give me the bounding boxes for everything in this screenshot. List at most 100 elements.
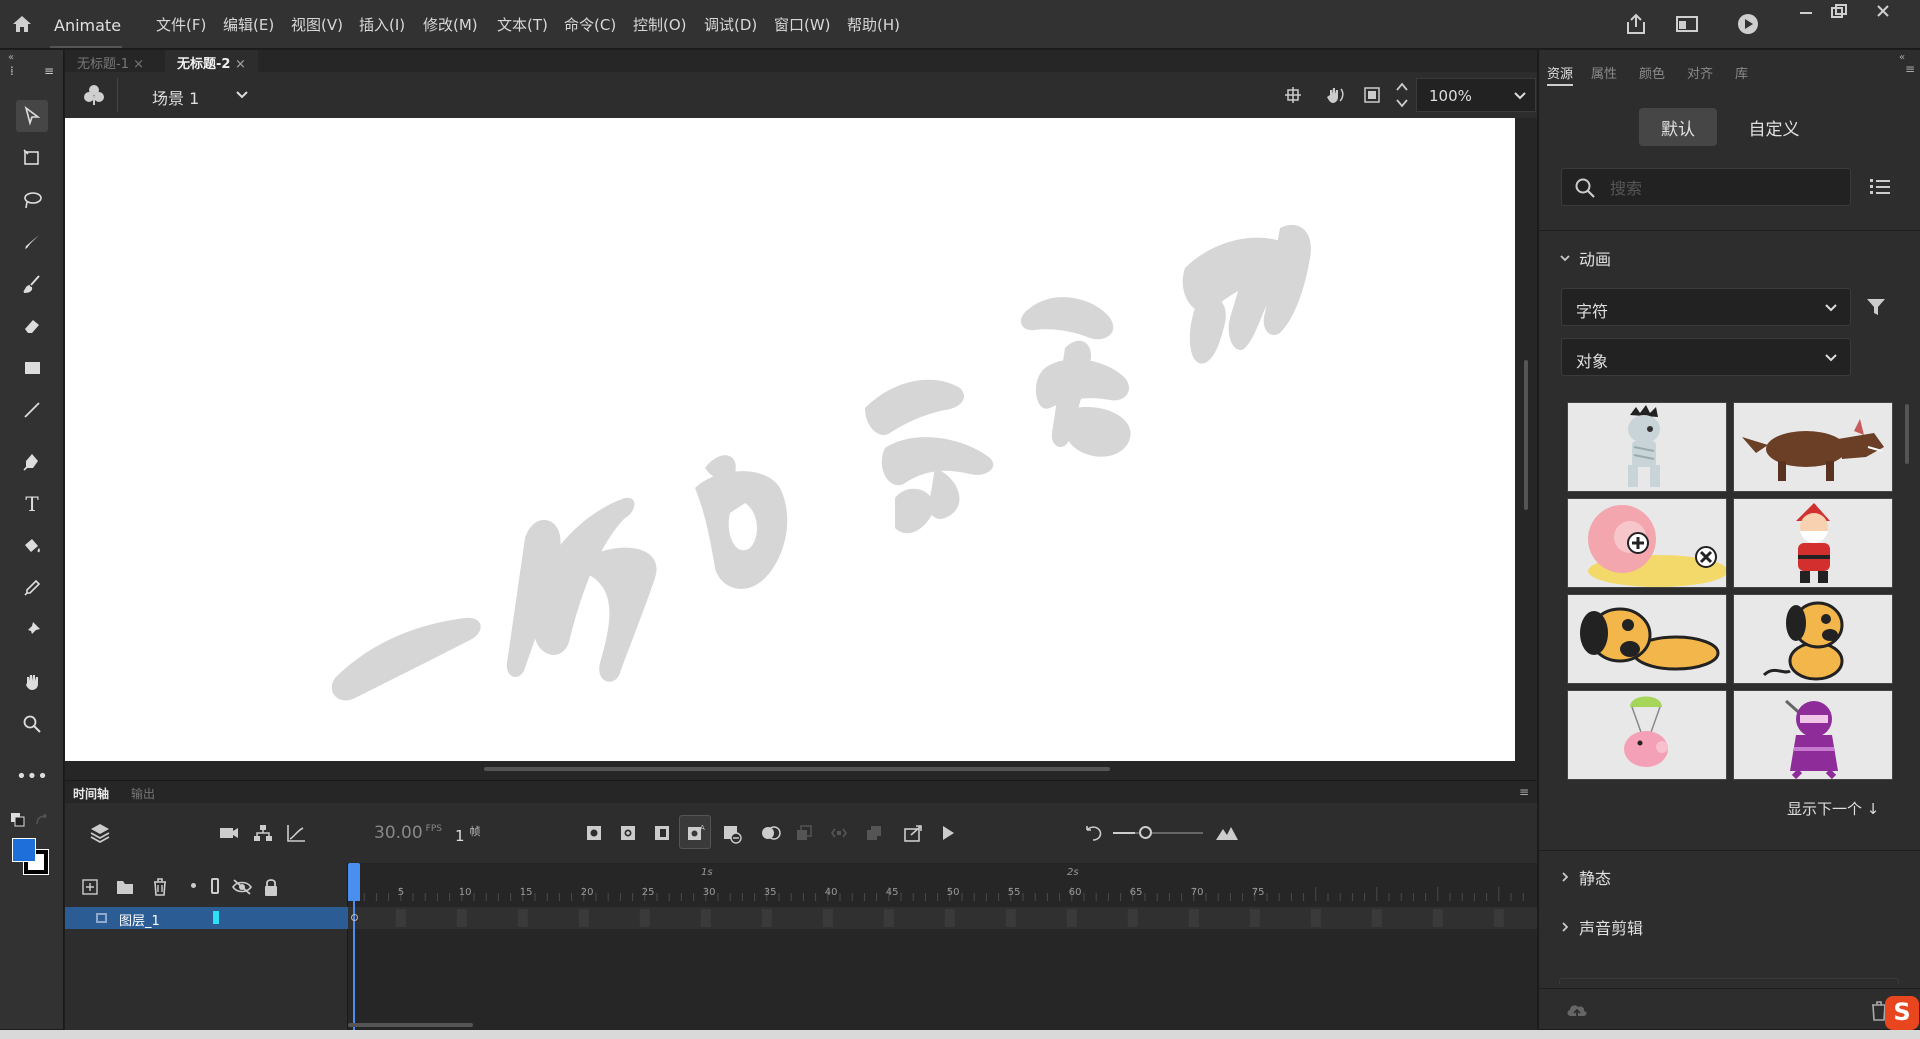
new-folder-icon[interactable] bbox=[115, 878, 135, 896]
tab-color[interactable]: 颜色 bbox=[1639, 63, 1665, 82]
center-stage-icon[interactable] bbox=[1283, 85, 1303, 105]
menu-control[interactable]: 控制(O) bbox=[633, 14, 687, 35]
section-static[interactable]: 静态 bbox=[1559, 865, 1611, 889]
current-frame[interactable]: 1帧 bbox=[455, 823, 481, 845]
empty-keyframe[interactable] bbox=[351, 914, 358, 921]
frame-size-slider-thumb[interactable] bbox=[1139, 826, 1152, 839]
doc-tab-active[interactable]: 无标题-2 × bbox=[165, 50, 258, 72]
menu-modify[interactable]: 修改(M) bbox=[423, 14, 478, 35]
fill-color-swatch[interactable] bbox=[12, 838, 36, 862]
cloud-upload-icon[interactable] bbox=[1565, 1000, 1589, 1020]
insert-frame-icon[interactable] bbox=[653, 824, 671, 842]
layers-icon[interactable] bbox=[88, 821, 112, 845]
paint-bucket-tool[interactable] bbox=[16, 530, 48, 562]
graph-icon[interactable] bbox=[285, 823, 307, 843]
timeline-horizontal-scrollbar[interactable] bbox=[348, 1023, 473, 1027]
zoom-tool[interactable] bbox=[16, 708, 48, 740]
more-tools-icon[interactable]: ••• bbox=[16, 760, 48, 792]
menu-view[interactable]: 视图(V) bbox=[291, 14, 343, 35]
menu-edit[interactable]: 编辑(E) bbox=[223, 14, 274, 35]
asset-thumbnail-wolf[interactable] bbox=[1733, 402, 1893, 492]
scene-name[interactable]: 场景 1 bbox=[152, 85, 199, 109]
text-tool[interactable]: T bbox=[16, 488, 48, 520]
menu-text[interactable]: 文本(T) bbox=[497, 14, 548, 35]
line-tool[interactable] bbox=[16, 394, 48, 426]
zoom-stepper-icon[interactable] bbox=[1395, 80, 1409, 110]
section-animation[interactable]: 动画 bbox=[1559, 246, 1611, 270]
outline-icon[interactable] bbox=[211, 878, 219, 894]
restore-icon[interactable] bbox=[1828, 2, 1850, 22]
workspace-icon[interactable] bbox=[1674, 12, 1700, 36]
layer-color-swatch[interactable] bbox=[213, 911, 219, 924]
minimize-icon[interactable] bbox=[1795, 2, 1817, 22]
pen-tool[interactable] bbox=[16, 446, 48, 478]
assets-scrollbar[interactable] bbox=[1905, 404, 1909, 464]
clip-content-icon[interactable] bbox=[1362, 85, 1382, 105]
selection-tool[interactable] bbox=[16, 100, 48, 132]
rotate-stage-icon[interactable] bbox=[1323, 85, 1345, 105]
close-icon[interactable] bbox=[1872, 2, 1894, 22]
pin-tool[interactable] bbox=[16, 614, 48, 646]
test-movie-icon[interactable] bbox=[1735, 12, 1761, 36]
asset-thumbnail-mummy[interactable] bbox=[1567, 402, 1727, 492]
show-next-link[interactable]: 显示下一个 ↓ bbox=[1787, 798, 1879, 819]
layer-name[interactable]: 图层_1 bbox=[119, 910, 160, 929]
fit-frames-icon[interactable] bbox=[1215, 825, 1239, 841]
section-audio[interactable]: 声音剪辑 bbox=[1559, 915, 1643, 939]
character-dropdown[interactable]: 字符 bbox=[1561, 288, 1851, 326]
asset-thumbnail-pig-parachute[interactable] bbox=[1567, 690, 1727, 780]
filter-icon[interactable] bbox=[1865, 296, 1887, 318]
camera-icon[interactable] bbox=[218, 823, 240, 843]
new-layer-icon[interactable] bbox=[81, 878, 99, 896]
rectangle-tool[interactable] bbox=[16, 352, 48, 384]
eraser-tool[interactable] bbox=[16, 310, 48, 342]
list-view-icon[interactable] bbox=[1869, 176, 1891, 196]
default-assets-button[interactable]: 默认 bbox=[1639, 108, 1717, 146]
color-swatches[interactable] bbox=[12, 838, 50, 876]
home-icon[interactable] bbox=[10, 12, 34, 36]
stage-canvas[interactable] bbox=[65, 118, 1515, 761]
share-icon[interactable] bbox=[1623, 12, 1649, 36]
menu-commands[interactable]: 命令(C) bbox=[564, 14, 616, 35]
custom-assets-button[interactable]: 自定义 bbox=[1729, 108, 1819, 146]
close-tab-icon[interactable]: × bbox=[133, 57, 144, 72]
lock-all-icon[interactable] bbox=[263, 877, 279, 897]
toolbar-menu-icon[interactable]: ≡ bbox=[44, 64, 54, 78]
lasso-tool[interactable] bbox=[16, 184, 48, 216]
asset-thumbnail-dog-sitting[interactable] bbox=[1733, 594, 1893, 684]
onion-skin-icon[interactable] bbox=[760, 824, 782, 842]
collapse-icon[interactable]: « bbox=[8, 52, 14, 63]
default-colors-icon[interactable] bbox=[10, 812, 26, 828]
asset-thumbnail-dog-lying[interactable] bbox=[1567, 594, 1727, 684]
stage-vertical-scrollbar[interactable] bbox=[1524, 360, 1528, 510]
insert-blank-keyframe-icon[interactable] bbox=[619, 824, 637, 842]
highlight-icon[interactable] bbox=[191, 883, 196, 888]
tab-align[interactable]: 对齐 bbox=[1687, 63, 1713, 82]
menu-file[interactable]: 文件(F) bbox=[156, 14, 206, 35]
tab-assets[interactable]: 资源 bbox=[1547, 63, 1574, 86]
scene-icon[interactable] bbox=[83, 84, 105, 106]
panel-menu-icon[interactable]: ≡ bbox=[1905, 62, 1915, 76]
menu-help[interactable]: 帮助(H) bbox=[847, 14, 900, 35]
paint-brush-tool[interactable] bbox=[16, 268, 48, 300]
asset-thumbnail-snail[interactable] bbox=[1567, 498, 1728, 588]
object-dropdown[interactable]: 对象 bbox=[1561, 338, 1851, 376]
brush-tool[interactable] bbox=[16, 226, 48, 258]
search-field[interactable] bbox=[1561, 168, 1851, 206]
play-icon[interactable] bbox=[939, 824, 957, 842]
search-input[interactable] bbox=[1610, 177, 1840, 199]
parenting-icon[interactable] bbox=[252, 823, 274, 843]
auto-keyframe-button[interactable]: A bbox=[679, 815, 711, 849]
tab-output[interactable]: 输出 bbox=[131, 785, 155, 802]
close-tab-icon[interactable]: × bbox=[235, 57, 246, 72]
stage-horizontal-scrollbar[interactable] bbox=[484, 767, 1110, 771]
center-playhead-icon[interactable] bbox=[1083, 824, 1103, 842]
remove-frame-icon[interactable] bbox=[722, 824, 742, 844]
playhead-handle[interactable] bbox=[348, 863, 360, 901]
doc-tab[interactable]: 无标题-1 × bbox=[65, 50, 156, 72]
tab-library[interactable]: 库 bbox=[1735, 63, 1748, 82]
menu-window[interactable]: 窗口(W) bbox=[774, 14, 831, 35]
create-tween-icon[interactable] bbox=[903, 823, 925, 843]
delete-layer-icon[interactable] bbox=[151, 877, 169, 897]
swap-colors-icon[interactable] bbox=[34, 812, 50, 828]
